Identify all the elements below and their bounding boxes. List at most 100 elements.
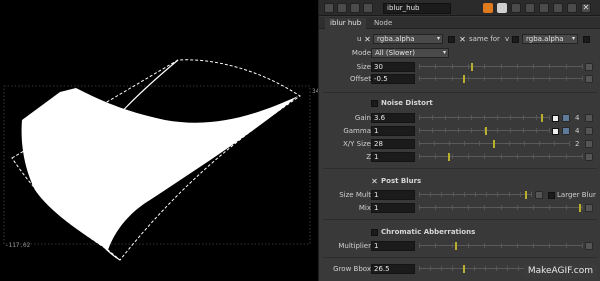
larger-blur-checkbox[interactable]	[548, 192, 555, 199]
post-blurs-checkbox[interactable]: ✕	[371, 178, 378, 186]
z-input[interactable]: 1	[371, 152, 415, 162]
size-mult-slider[interactable]	[419, 191, 532, 199]
gamma-expand-icon[interactable]	[585, 127, 593, 135]
slider-tick	[549, 115, 550, 120]
z-slider[interactable]	[419, 153, 583, 161]
gamma-row: Gamma 1 4	[319, 125, 600, 137]
node-settings-icon[interactable]	[363, 3, 373, 13]
gain-count: 4	[575, 114, 580, 122]
viewer-panel[interactable]: 34 -117.02	[0, 0, 319, 281]
size-slider[interactable]	[419, 63, 583, 71]
grow-bbox-input[interactable]: 26.5	[371, 264, 415, 274]
xy-size-expand-icon[interactable]	[585, 140, 593, 148]
grow-bbox-label: Grow Bbox	[333, 265, 371, 273]
channel-v-checkbox[interactable]	[512, 36, 519, 43]
noise-distort-checkbox[interactable]	[371, 100, 378, 107]
gamma-color-picker-icon[interactable]	[562, 127, 570, 135]
collapse-icon[interactable]	[324, 3, 334, 13]
offset-animation-icon[interactable]	[585, 75, 593, 83]
size-mult-label: Size Mult	[339, 191, 371, 199]
channel-v-dropdown[interactable]: rgba.alpha ▾	[522, 34, 578, 44]
same-for-label: same for	[469, 35, 500, 43]
gain-color-picker-icon[interactable]	[562, 114, 570, 122]
slider-tick	[582, 205, 583, 210]
float-icon[interactable]	[337, 3, 347, 13]
divider	[323, 257, 597, 258]
gain-input[interactable]: 3.6	[371, 113, 415, 123]
offset-slider[interactable]	[419, 75, 583, 83]
grow-bbox-slider[interactable]	[419, 265, 530, 273]
gain-label: Gain	[354, 114, 371, 122]
undo-icon[interactable]	[511, 3, 521, 13]
node-color-icon[interactable]	[350, 3, 360, 13]
larger-blur-label: Larger Blur	[557, 191, 596, 199]
node-name-field[interactable]: iblur_hub	[383, 3, 451, 14]
slider-tick	[582, 243, 583, 248]
offset-label: Offset	[349, 75, 371, 83]
tab-node[interactable]: Node	[369, 18, 397, 29]
size-animation-icon[interactable]	[585, 63, 593, 71]
watermark: MakeAGIF.com	[523, 264, 597, 278]
mix-input[interactable]: 1	[371, 203, 415, 213]
gamma-slider[interactable]	[419, 127, 550, 135]
redo-icon[interactable]	[525, 3, 535, 13]
xy-size-count: 2	[575, 140, 580, 148]
channel-u-swatch[interactable]	[448, 36, 455, 43]
size-label: Size	[356, 63, 371, 71]
mix-slider[interactable]	[419, 204, 583, 212]
chromatic-title: Chromatic Abberrations	[381, 228, 476, 236]
z-row: Z 1	[319, 151, 600, 163]
slider-tick	[569, 141, 570, 146]
mode-row: Mode All (Slower) ▾	[319, 47, 600, 59]
close-icon[interactable]: ✕	[581, 3, 591, 13]
divider	[323, 219, 597, 220]
viewer-input-icon[interactable]	[497, 3, 507, 13]
gain-expand-icon[interactable]	[585, 114, 593, 122]
node-titlebar: iblur_hub ✕	[319, 0, 600, 16]
channel-v-label: v	[505, 35, 510, 43]
channel-u-checkbox[interactable]: ✕	[364, 36, 371, 44]
xy-size-row: X/Y Size 28 2	[319, 138, 600, 150]
slider-tick	[582, 76, 583, 81]
offset-row: Offset -0.5	[319, 73, 600, 85]
xy-size-label: X/Y Size	[342, 140, 371, 148]
multiplier-slider[interactable]	[419, 242, 583, 250]
multiplier-animation-icon[interactable]	[585, 242, 593, 250]
mode-label: Mode	[351, 49, 371, 57]
channel-u-dropdown[interactable]: rgba.alpha ▾	[373, 34, 443, 44]
size-mult-animation-icon[interactable]	[535, 191, 543, 199]
gain-row: Gain 3.6 4	[319, 112, 600, 124]
gamma-color-checkbox[interactable]	[552, 128, 559, 135]
channels-row: u ✕ rgba.alpha ▾ ✕ same for v rgba.alpha ▾	[319, 33, 600, 45]
mix-row: Mix 1	[319, 202, 600, 214]
mix-animation-icon[interactable]	[585, 204, 593, 212]
slider-tick	[549, 128, 550, 133]
gamma-count: 4	[575, 127, 580, 135]
size-row: Size 30	[319, 61, 600, 73]
z-animation-icon[interactable]	[585, 153, 593, 161]
help-icon[interactable]	[553, 3, 563, 13]
xy-size-input[interactable]: 28	[371, 139, 415, 149]
slider-tick	[582, 64, 583, 69]
channel-v-swatch[interactable]	[583, 36, 590, 43]
gain-color-checkbox[interactable]	[552, 115, 559, 122]
mode-dropdown[interactable]: All (Slower) ▾	[371, 48, 449, 58]
gamma-input[interactable]: 1	[371, 126, 415, 136]
divider	[323, 92, 597, 93]
gain-slider[interactable]	[419, 114, 550, 122]
offset-input[interactable]: -0.5	[371, 74, 415, 84]
xy-size-slider[interactable]	[419, 140, 570, 148]
post-blurs-title: Post Blurs	[381, 177, 422, 185]
color-swatch-icon[interactable]	[483, 3, 493, 13]
same-for-checkbox[interactable]: ✕	[459, 36, 466, 44]
divider	[323, 168, 597, 169]
float-panel-icon[interactable]	[567, 3, 577, 13]
tab-iblur-hub[interactable]: iblur hub	[325, 18, 367, 29]
tab-bar: iblur hub Node	[319, 17, 600, 29]
multiplier-input[interactable]: 1	[371, 241, 415, 251]
viewer-canvas	[3, 59, 311, 261]
size-mult-input[interactable]: 1	[371, 190, 415, 200]
revert-icon[interactable]	[539, 3, 549, 13]
chromatic-checkbox[interactable]	[371, 229, 378, 236]
size-input[interactable]: 30	[371, 62, 415, 72]
